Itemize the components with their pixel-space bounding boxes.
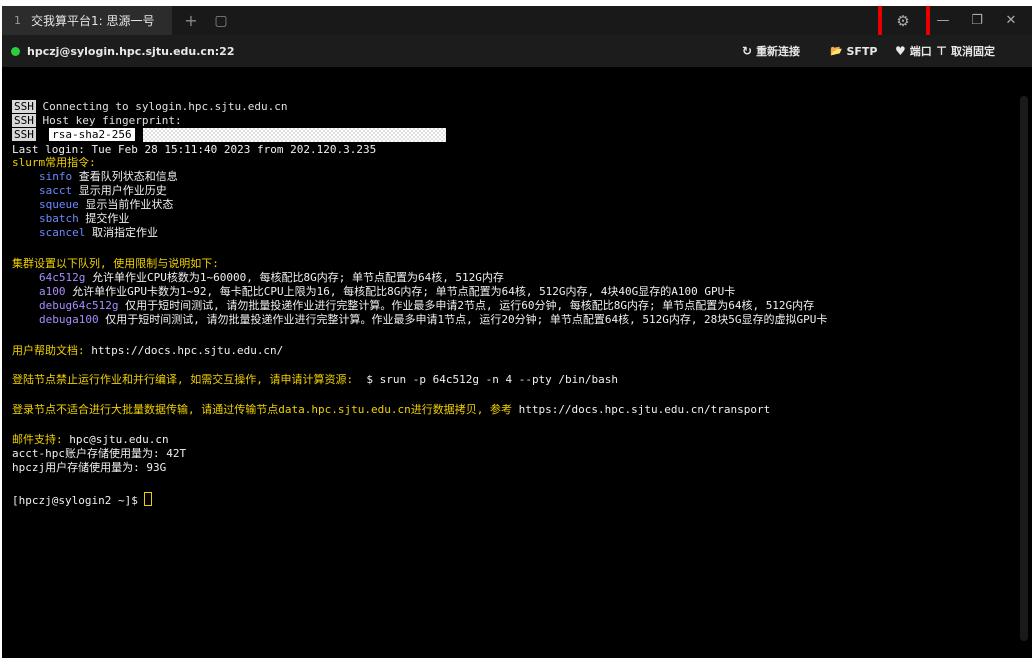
queue-name: a100: [39, 285, 66, 298]
slurm-desc: 显示用户作业历史: [78, 184, 167, 197]
user-usage-line: hpczj用户存储使用量为: 93G: [12, 461, 167, 474]
ssh-line-3: SSH rsa-sha2-256: [12, 128, 135, 141]
slurm-cmd-line: sacct 显示用户作业历史: [39, 184, 167, 197]
help-line: 用户帮助文档: https://docs.hpc.sjtu.edu.cn/: [12, 344, 283, 357]
prompt-line[interactable]: [hpczj@sylogin2 ~]$: [12, 492, 153, 507]
folder-icon: 📂: [830, 45, 843, 57]
help-url[interactable]: https://docs.hpc.sjtu.edu.cn/: [91, 344, 283, 357]
queue-line: debuga100 仅用于短时间测试, 请勿批量投递作业进行完整计算。作业最多申…: [39, 313, 827, 326]
mail-label: 邮件支持:: [12, 433, 63, 446]
slurm-cmd-line: sinfo 查看队列状态和信息: [39, 170, 178, 183]
last-login-line: Last login: Tue Feb 28 15:11:40 2023 fro…: [12, 143, 377, 156]
ssh-line-1: SSH Connecting to sylogin.hpc.sjtu.edu.c…: [12, 100, 288, 113]
close-button[interactable]: ✕: [994, 6, 1028, 35]
fingerprint-algo: rsa-sha2-256: [49, 128, 135, 141]
queue-desc: 仅用于短时间测试, 请勿批量投递作业进行完整计算。作业最多申请2节点, 运行60…: [125, 299, 815, 312]
pin-icon: ⊤: [936, 44, 947, 58]
fingerprint-redaction: [143, 128, 446, 142]
login-note: 登陆节点禁止运行作业和并行编译, 如需交互操作, 请申请计算资源:: [12, 373, 354, 386]
slurm-cmd-line: squeue 显示当前作业状态: [39, 198, 173, 211]
connection-bar: hpczj@sylogin.hpc.sjtu.edu.cn:22 ↻ 重新连接 …: [2, 35, 1032, 67]
slurm-desc: 取消指定作业: [91, 226, 158, 239]
transfer-url[interactable]: https://docs.hpc.sjtu.edu.cn/transport: [519, 403, 771, 416]
slurm-cmd-line: scancel 取消指定作业: [39, 226, 158, 239]
unpin-button[interactable]: ⊤ 取消固定: [936, 35, 995, 67]
shell-prompt: [hpczj@sylogin2 ~]$: [12, 494, 145, 507]
cursor: [144, 492, 153, 506]
port-button[interactable]: ♥ 端口: [895, 35, 932, 67]
queue-desc: 仅用于短时间测试, 请勿批量投递作业进行完整计算。作业最多申请1节点, 运行20…: [105, 313, 828, 326]
ssh-tag: SSH: [12, 114, 36, 127]
ssh-line-2: SSH Host key fingerprint:: [12, 114, 182, 127]
minimize-button[interactable]: —: [926, 6, 960, 35]
tab-session[interactable]: 1 交我算平台1: 思源一号: [2, 6, 172, 35]
terminal-output[interactable]: SSH Connecting to sylogin.hpc.sjtu.edu.c…: [2, 67, 1032, 658]
slurm-cmd-line: sbatch 提交作业: [39, 212, 129, 225]
slurm-desc: 提交作业: [85, 212, 130, 225]
ssh-text: Host key fingerprint:: [42, 114, 182, 127]
queue-name: debug64c512g: [39, 299, 119, 312]
queue-line: a100 允许单作业GPU卡数为1~92, 每卡配比CPU上限为16, 每核配比…: [39, 285, 735, 298]
slurm-cmd: squeue: [39, 198, 79, 211]
new-tab-button[interactable]: +: [180, 6, 202, 35]
reconnect-icon: ↻: [742, 44, 753, 58]
login-command: $ srun -p 64c512g -n 4 --pty /bin/bash: [366, 373, 619, 386]
queue-line: debug64c512g 仅用于短时间测试, 请勿批量投递作业进行完整计算。作业…: [39, 299, 814, 312]
queue-desc: 允许单作业CPU核数为1~60000, 每核配比8G内存; 单节点配置为64核,…: [91, 271, 504, 284]
slurm-cmd: sinfo: [39, 170, 73, 183]
restore-tab-icon[interactable]: ▢: [210, 6, 232, 35]
slurm-header: slurm常用指令:: [12, 156, 96, 169]
transfer-note: 登录节点不适合进行大批量数据传输, 请通过传输节点data.hpc.sjtu.e…: [12, 403, 512, 416]
mail-address: hpc@sjtu.edu.cn: [69, 433, 169, 446]
unpin-label: 取消固定: [950, 45, 995, 58]
sftp-label: SFTP: [846, 44, 878, 58]
reconnect-label: 重新连接: [756, 45, 801, 58]
slurm-desc: 显示当前作业状态: [85, 198, 174, 211]
ssh-tag: SSH: [12, 128, 36, 141]
ssh-text: Connecting to sylogin.hpc.sjtu.edu.cn: [42, 100, 288, 113]
queue-desc: 允许单作业GPU卡数为1~92, 每卡配比CPU上限为16, 每核配比8G内存;…: [72, 285, 736, 298]
tab-number: 1: [14, 14, 21, 27]
slurm-cmd: scancel: [39, 226, 86, 239]
help-label: 用户帮助文档:: [12, 344, 85, 357]
sftp-button[interactable]: 📂 SFTP: [830, 35, 877, 67]
mail-line: 邮件支持: hpc@sjtu.edu.cn: [12, 433, 169, 446]
queue-header: 集群设置以下队列, 使用限制与说明如下:: [12, 257, 219, 270]
transfer-note-line: 登录节点不适合进行大批量数据传输, 请通过传输节点data.hpc.sjtu.e…: [12, 403, 770, 416]
slurm-desc: 查看队列状态和信息: [78, 170, 178, 183]
terminal-window: 1 交我算平台1: 思源一号 + ▢ ⚙ — ❐ ✕ hpczj@sylogin…: [2, 6, 1032, 658]
tab-bar: 1 交我算平台1: 思源一号 + ▢ ⚙ — ❐ ✕: [2, 6, 1032, 44]
reconnect-button[interactable]: ↻ 重新连接: [742, 35, 800, 67]
connection-status-dot: [11, 46, 20, 56]
ssh-tag: SSH: [12, 100, 36, 113]
queue-name: debuga100: [39, 313, 99, 326]
acct-usage-line: acct-hpc账户存储使用量为: 42T: [12, 447, 187, 460]
login-note-line: 登陆节点禁止运行作业和并行编译, 如需交互操作, 请申请计算资源: $ srun…: [12, 373, 618, 386]
slurm-cmd: sbatch: [39, 212, 79, 225]
port-icon: ♥: [895, 44, 906, 58]
slurm-cmd: sacct: [39, 184, 73, 197]
terminal-scrollbar[interactable]: [1020, 96, 1028, 641]
queue-name: 64c512g: [39, 271, 86, 284]
port-label: 端口: [909, 45, 932, 58]
tab-title: 交我算平台1: 思源一号: [31, 14, 155, 28]
maximize-button[interactable]: ❐: [960, 6, 994, 35]
connection-host: hpczj@sylogin.hpc.sjtu.edu.cn:22: [27, 44, 235, 58]
queue-line: 64c512g 允许单作业CPU核数为1~60000, 每核配比8G内存; 单节…: [39, 271, 504, 284]
